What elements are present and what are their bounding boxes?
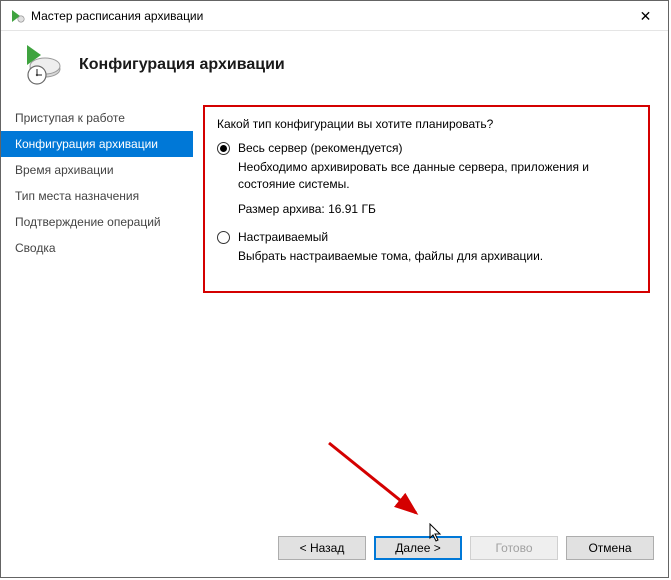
finish-button: Готово <box>470 536 558 560</box>
next-button[interactable]: Далее > <box>374 536 462 560</box>
backup-size-line: Размер архива: 16.91 ГБ <box>238 202 636 216</box>
page-title: Конфигурация архивации <box>79 56 285 74</box>
sidebar-item-summary[interactable]: Сводка <box>1 235 193 261</box>
wizard-content: Какой тип конфигурации вы хотите планиро… <box>193 99 668 519</box>
config-prompt: Какой тип конфигурации вы хотите планиро… <box>217 117 636 131</box>
radio-icon <box>217 231 230 244</box>
window-title: Мастер расписания архивации <box>31 9 623 23</box>
radio-full-server-label: Весь сервер (рекомендуется) <box>238 141 402 155</box>
highlight-annotation: Какой тип конфигурации вы хотите планиро… <box>203 105 650 293</box>
radio-full-server-desc: Необходимо архивировать все данные серве… <box>238 159 636 194</box>
wizard-steps-sidebar: Приступая к работе Конфигурация архиваци… <box>1 99 193 519</box>
back-button[interactable]: < Назад <box>278 536 366 560</box>
close-button[interactable]: ✕ <box>623 1 668 30</box>
app-icon <box>9 8 25 24</box>
sidebar-item-backup-time[interactable]: Время архивации <box>1 157 193 183</box>
cancel-button[interactable]: Отмена <box>566 536 654 560</box>
sidebar-item-confirmation[interactable]: Подтверждение операций <box>1 209 193 235</box>
sidebar-item-getting-started[interactable]: Приступая к работе <box>1 105 193 131</box>
radio-custom[interactable]: Настраиваемый <box>217 230 636 244</box>
radio-custom-label: Настраиваемый <box>238 230 328 244</box>
radio-custom-desc: Выбрать настраиваемые тома, файлы для ар… <box>238 248 636 265</box>
wizard-body: Приступая к работе Конфигурация архиваци… <box>1 99 668 519</box>
sidebar-item-backup-config[interactable]: Конфигурация архивации <box>1 131 193 157</box>
backup-icon <box>17 41 65 89</box>
titlebar: Мастер расписания архивации ✕ <box>1 1 668 31</box>
wizard-header: Конфигурация архивации <box>1 31 668 99</box>
radio-full-server[interactable]: Весь сервер (рекомендуется) <box>217 141 636 155</box>
wizard-footer: < Назад Далее > Готово Отмена <box>1 519 668 577</box>
radio-icon <box>217 142 230 155</box>
wizard-window: Мастер расписания архивации ✕ Конфигурац… <box>0 0 669 578</box>
close-icon: ✕ <box>640 9 652 23</box>
sidebar-item-destination-type[interactable]: Тип места назначения <box>1 183 193 209</box>
